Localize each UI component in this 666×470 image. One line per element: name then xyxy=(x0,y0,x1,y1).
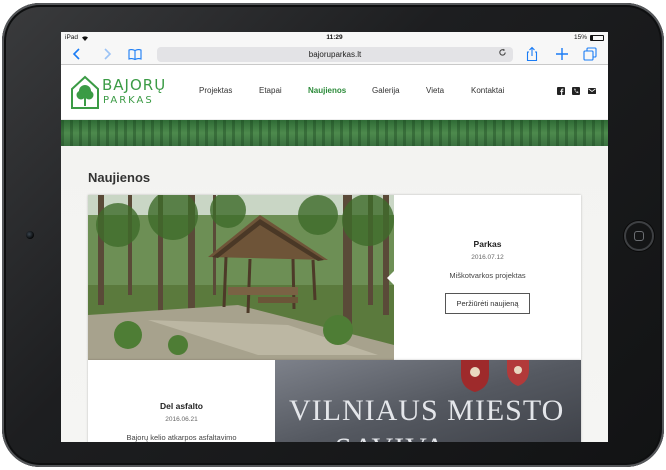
plus-icon[interactable] xyxy=(554,46,570,62)
chevron-right-icon[interactable] xyxy=(99,46,115,62)
share-icon[interactable] xyxy=(524,46,540,62)
card-pointer xyxy=(387,271,394,285)
news-image-gazebo[interactable] xyxy=(88,195,394,360)
news-card: Del asfalto 2016.06.21 Bajorų kelio atka… xyxy=(88,360,581,442)
news-date: 2016.06.21 xyxy=(165,416,198,423)
nav-item-vieta[interactable]: Vieta xyxy=(426,86,444,95)
nav-item-kontaktai[interactable]: Kontaktai xyxy=(471,86,504,95)
sign-line-1: VILNIAUS MIESTO xyxy=(289,394,564,427)
news-content: Parkas 2016.07.12 Miškotvarkos projektas… xyxy=(394,195,581,360)
news-content: Del asfalto 2016.06.21 Bajorų kelio atka… xyxy=(88,360,275,442)
chevron-left-icon[interactable] xyxy=(69,46,85,62)
phone-icon[interactable] xyxy=(572,87,580,95)
news-description: Miškotvarkos projektas xyxy=(449,271,526,280)
ipad-frame: iPad 11:29 15% bajoruparkas.lt BAJORŲ PA… xyxy=(2,3,664,467)
sign-line-2: SAVIVA xyxy=(335,432,447,442)
news-description: Bajorų kelio atkarpos asfaltavimo xyxy=(126,433,237,442)
nav-item-projektas[interactable]: Projektas xyxy=(199,86,232,95)
address-bar[interactable]: bajoruparkas.lt xyxy=(157,47,513,62)
page-title: Naujienos xyxy=(88,170,151,185)
nav-item-etapai[interactable]: Etapai xyxy=(259,86,282,95)
reload-icon[interactable] xyxy=(498,47,507,62)
front-camera xyxy=(26,231,34,239)
home-button[interactable] xyxy=(624,221,654,251)
news-image-sign[interactable]: VILNIAUS MIESTO SAVIVA xyxy=(275,360,581,442)
main-nav: Projektas Etapai Naujienos Galerija Viet… xyxy=(61,65,608,120)
nav-item-galerija[interactable]: Galerija xyxy=(372,86,400,95)
news-card: Parkas 2016.07.12 Miškotvarkos projektas… xyxy=(88,195,581,360)
site-header: BAJORŲ PARKAS Projektas Etapai Naujienos… xyxy=(61,65,608,120)
news-date: 2016.07.12 xyxy=(471,254,504,261)
header-banner-image xyxy=(61,120,608,146)
status-bar: iPad 11:29 15% xyxy=(61,32,608,43)
view-news-button[interactable]: Peržiūrėti naujieną xyxy=(445,293,530,314)
screen: iPad 11:29 15% bajoruparkas.lt BAJORŲ PA… xyxy=(61,32,608,442)
facebook-icon[interactable] xyxy=(557,87,565,95)
news-title: Parkas xyxy=(473,239,502,249)
battery-icon xyxy=(590,34,604,41)
browser-toolbar: bajoruparkas.lt xyxy=(61,43,608,65)
news-title: Del asfalto xyxy=(160,401,203,411)
url-text: bajoruparkas.lt xyxy=(308,50,362,59)
book-icon[interactable] xyxy=(127,46,143,62)
mail-icon[interactable] xyxy=(588,87,596,95)
nav-item-naujienos[interactable]: Naujienos xyxy=(308,86,346,95)
clock: 11:29 xyxy=(326,34,343,41)
page-body: Naujienos Parkas 2016.07.12 Miškotvarkos… xyxy=(61,146,608,442)
tabs-icon[interactable] xyxy=(582,46,598,62)
